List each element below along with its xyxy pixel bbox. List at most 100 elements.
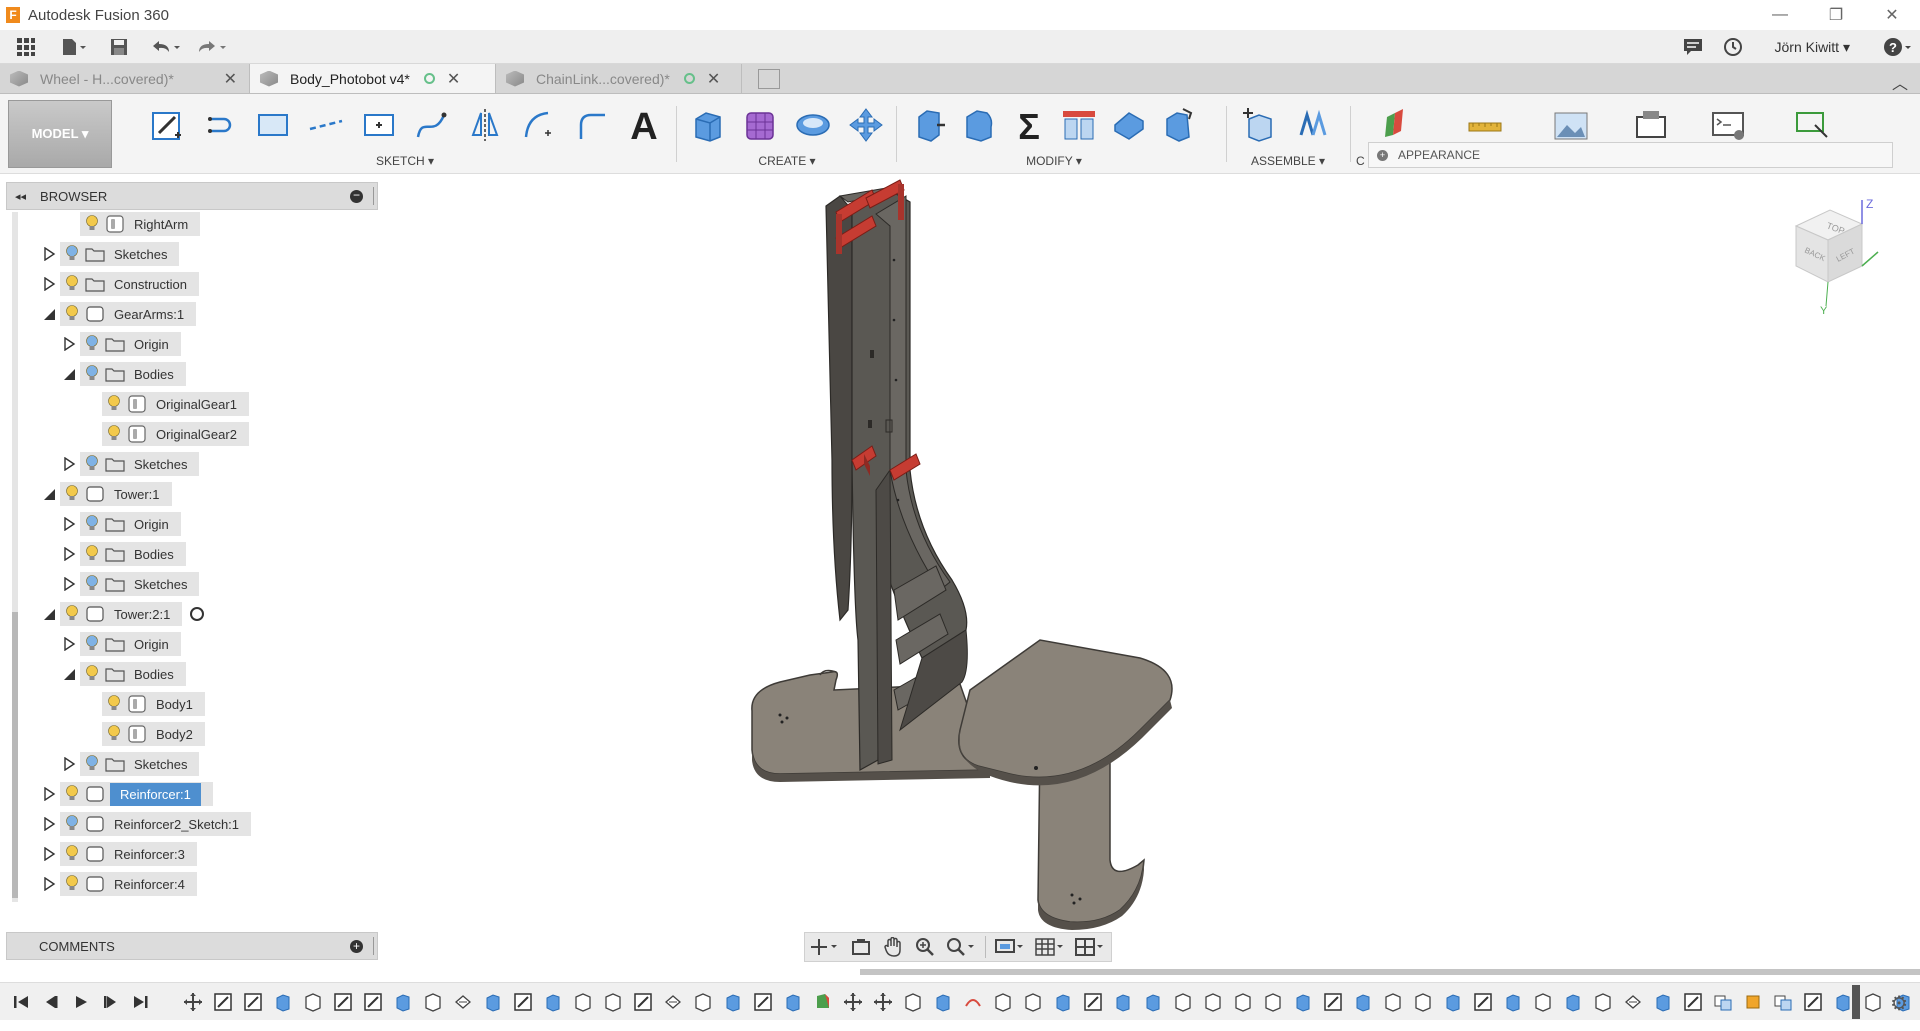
node-chip[interactable]: Reinforcer:3 (60, 842, 197, 866)
center-rectangle-icon[interactable] (352, 102, 405, 148)
extrude-feature-icon[interactable] (1108, 991, 1138, 1013)
browser-node[interactable]: Reinforcer:4 (38, 872, 197, 896)
assemble-group-label[interactable]: ASSEMBLE ▾ (1232, 154, 1344, 168)
grid-snaps-icon[interactable] (1030, 933, 1070, 961)
restore-button[interactable]: ❐ (1808, 0, 1864, 30)
component-feature-icon[interactable] (1708, 991, 1738, 1013)
node-chip[interactable]: Sketches (80, 752, 200, 776)
visibility-bulb-icon[interactable] (80, 662, 104, 686)
node-chip[interactable]: Sketches (80, 452, 200, 476)
visibility-bulb-icon[interactable] (102, 392, 126, 416)
browser-node[interactable]: RightArm (58, 212, 201, 236)
browser-node[interactable]: Sketches (58, 572, 200, 596)
job-status-icon[interactable] (1673, 30, 1713, 64)
form-icon[interactable] (735, 102, 788, 148)
body-feature-icon[interactable] (988, 991, 1018, 1013)
sketch-feature-icon[interactable] (1078, 991, 1108, 1013)
browser-node[interactable]: GearArms:1 (38, 302, 197, 326)
extrude-feature-icon[interactable] (928, 991, 958, 1013)
browser-node[interactable]: Body2 (80, 722, 205, 746)
node-chip[interactable]: Sketches (60, 242, 180, 266)
body-feature-icon[interactable] (1198, 991, 1228, 1013)
expand-node-icon[interactable] (58, 752, 80, 776)
tab-chainlink[interactable]: ChainLink...covered)* ✕ (496, 64, 742, 93)
extrude-feature-icon[interactable] (1138, 991, 1168, 1013)
component-feature-icon[interactable] (1768, 991, 1798, 1013)
extrude-feature-icon[interactable] (1648, 991, 1678, 1013)
add-comment-icon[interactable]: + (350, 939, 363, 953)
move-feature-icon[interactable] (838, 991, 868, 1013)
browser-header[interactable]: ◂◂ BROWSER − (6, 182, 378, 210)
browser-node[interactable]: Construction (38, 272, 199, 296)
visibility-bulb-icon[interactable] (102, 422, 126, 446)
chamfer-feature-icon[interactable] (658, 991, 688, 1013)
collapse-browser-icon[interactable]: ◂◂ (15, 190, 26, 203)
visibility-bulb-icon[interactable] (102, 722, 126, 746)
line-icon[interactable] (193, 102, 246, 148)
timeline-marker[interactable] (1852, 985, 1860, 1019)
create-sketch-icon[interactable] (140, 102, 193, 148)
appearance-feature-icon[interactable] (1738, 991, 1768, 1013)
node-chip[interactable]: Reinforcer:1 (60, 782, 213, 806)
undo-icon[interactable] (142, 30, 188, 64)
sketch-group-label[interactable]: SKETCH ▾ (140, 154, 670, 168)
extrude-feature-icon[interactable] (778, 991, 808, 1013)
base-center-plate[interactable] (958, 639, 1173, 786)
node-chip[interactable]: Origin (80, 632, 181, 656)
visibility-bulb-icon[interactable] (80, 212, 104, 236)
new-tab-button[interactable] (742, 64, 790, 93)
node-chip[interactable]: Reinforcer:4 (60, 872, 197, 896)
extrude-feature-icon[interactable] (1558, 991, 1588, 1013)
minimize-button[interactable]: — (1752, 0, 1808, 30)
data-panel-grid-icon[interactable] (0, 30, 52, 64)
chamfer-feature-icon[interactable] (1618, 991, 1648, 1013)
visibility-bulb-icon[interactable] (60, 602, 84, 626)
extrude-feature-icon[interactable] (478, 991, 508, 1013)
joint-icon[interactable] (1286, 102, 1340, 148)
body-feature-icon[interactable] (298, 991, 328, 1013)
sketch-feature-icon[interactable] (328, 991, 358, 1013)
sketch-feature-icon[interactable] (508, 991, 538, 1013)
visibility-bulb-icon[interactable] (60, 242, 84, 266)
text-icon[interactable]: A (617, 102, 670, 148)
expand-node-icon[interactable] (38, 782, 60, 806)
node-chip[interactable]: Sketches (80, 572, 200, 596)
browser-node[interactable]: Reinforcer:3 (38, 842, 197, 866)
step-back-icon[interactable] (36, 984, 66, 1020)
extrude-feature-icon[interactable] (388, 991, 418, 1013)
press-pull-icon[interactable] (904, 102, 954, 148)
node-chip[interactable]: Body2 (102, 722, 205, 746)
go-to-end-icon[interactable] (126, 984, 156, 1020)
sketch-feature-icon[interactable] (1318, 991, 1348, 1013)
move-feature-icon[interactable] (178, 991, 208, 1013)
expand-node-icon[interactable] (38, 842, 60, 866)
body-feature-icon[interactable] (688, 991, 718, 1013)
visibility-bulb-icon[interactable] (80, 572, 104, 596)
tab-body-photobot[interactable]: Body_Photobot v4* ✕ (250, 64, 496, 93)
fit-icon[interactable] (941, 933, 981, 961)
body-feature-icon[interactable] (1168, 991, 1198, 1013)
visibility-bulb-icon[interactable] (80, 362, 104, 386)
visibility-bulb-icon[interactable] (60, 482, 84, 506)
visibility-bulb-icon[interactable] (60, 872, 84, 896)
browser-node[interactable]: Reinforcer2_Sketch:1 (38, 812, 252, 836)
browser-node[interactable]: Bodies (58, 662, 186, 686)
close-button[interactable]: ✕ (1864, 0, 1920, 30)
expand-node-icon[interactable] (58, 632, 80, 656)
body-feature-icon[interactable] (1408, 991, 1438, 1013)
collapse-node-icon[interactable] (38, 482, 60, 506)
collapse-ribbon-icon[interactable]: ︿ (1892, 70, 1908, 94)
sketch-feature-icon[interactable] (208, 991, 238, 1013)
sketch-feature-icon[interactable] (1678, 991, 1708, 1013)
sketch-feature-icon[interactable] (1798, 991, 1828, 1013)
browser-node[interactable]: OriginalGear1 (80, 392, 249, 416)
mirror-sketch-icon[interactable] (458, 102, 511, 148)
appearance-popup[interactable]: + APPEARANCE (1368, 142, 1893, 168)
plane-feature-icon[interactable] (808, 991, 838, 1013)
collapse-node-icon[interactable] (38, 302, 60, 326)
joint-feature-icon[interactable] (958, 991, 988, 1013)
look-at-icon[interactable] (845, 933, 877, 961)
expand-node-icon[interactable] (58, 572, 80, 596)
extrude-feature-icon[interactable] (1288, 991, 1318, 1013)
browser-node[interactable]: Origin (58, 632, 181, 656)
